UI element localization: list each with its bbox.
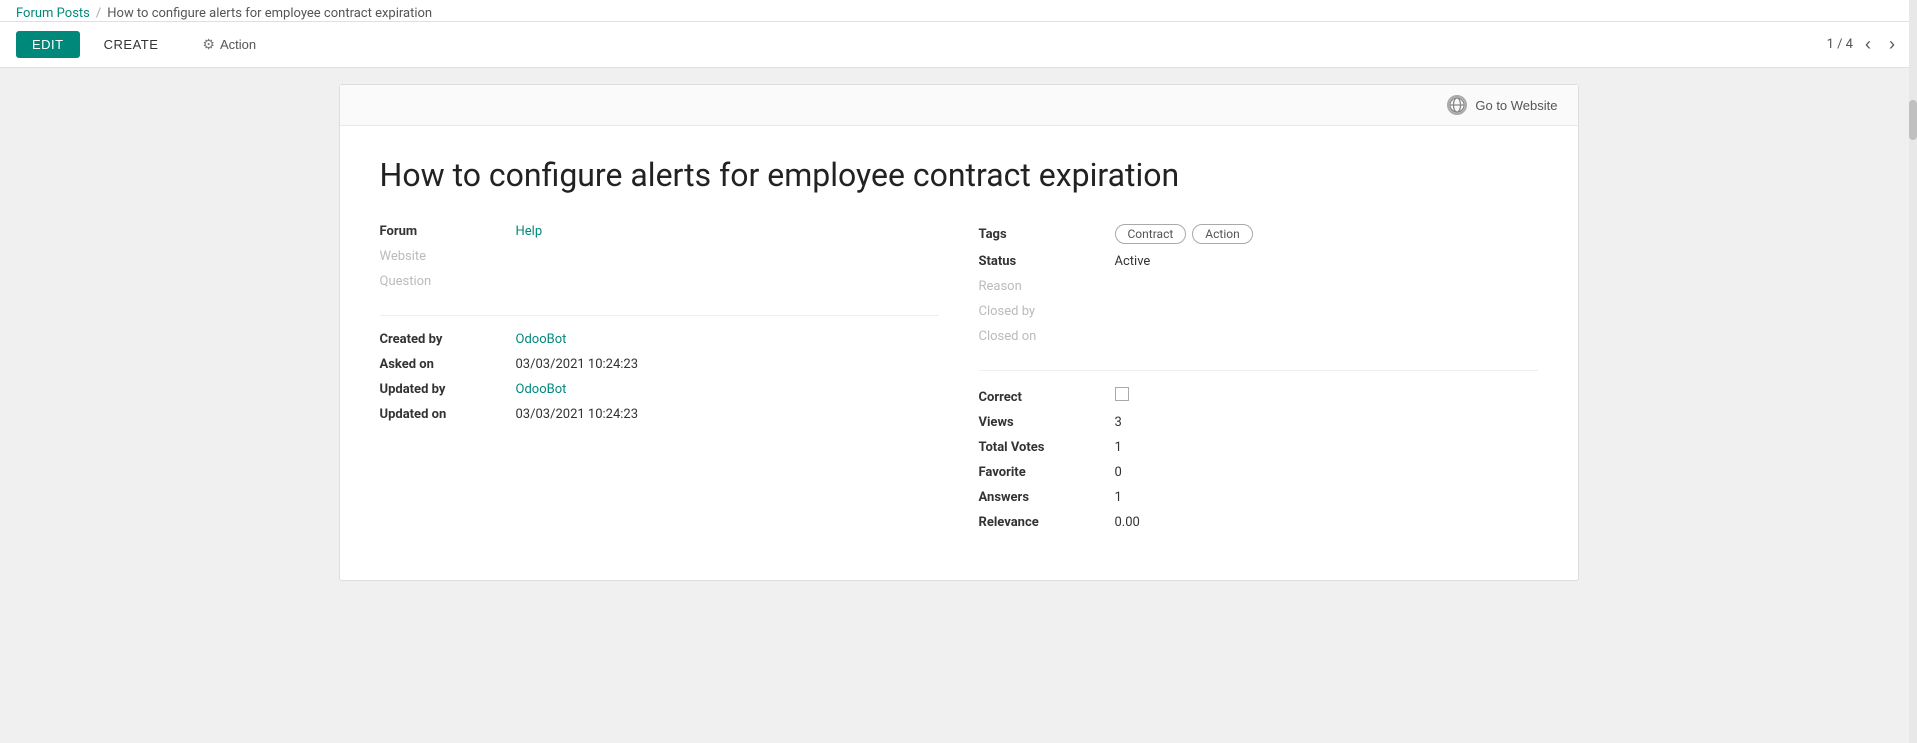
tag-contract[interactable]: Contract — [1115, 224, 1187, 244]
field-row-relevance: Relevance 0.00 — [979, 515, 1538, 530]
question-label: Question — [380, 274, 500, 289]
go-to-website-button[interactable]: Go to Website — [1447, 95, 1557, 115]
updated-on-value: 03/03/2021 10:24:23 — [516, 407, 639, 422]
field-row-website: Website — [380, 249, 939, 264]
pagination: 1 / 4 ‹ › — [1827, 32, 1901, 57]
field-row-views: Views 3 — [979, 415, 1538, 430]
field-row-total-votes: Total Votes 1 — [979, 440, 1538, 455]
breadcrumb-parent[interactable]: Forum Posts — [16, 6, 90, 21]
go-to-website-label: Go to Website — [1475, 98, 1557, 113]
relevance-label: Relevance — [979, 515, 1099, 530]
form-grid: Forum Help Website Question Created by O… — [380, 224, 1538, 540]
breadcrumb-current: How to configure alerts for employee con… — [107, 6, 432, 21]
answers-label: Answers — [979, 490, 1099, 505]
gear-icon: ⚙ — [202, 36, 215, 53]
created-by-label: Created by — [380, 332, 500, 347]
forum-label: Forum — [380, 224, 500, 239]
field-row-question: Question — [380, 274, 939, 289]
scrollbar[interactable] — [1909, 0, 1917, 743]
views-label: Views — [979, 415, 1099, 430]
main: Go to Website How to configure alerts fo… — [0, 68, 1917, 597]
relevance-value: 0.00 — [1115, 515, 1140, 530]
field-row-favorite: Favorite 0 — [979, 465, 1538, 480]
forum-value[interactable]: Help — [516, 224, 543, 239]
closed-on-label: Closed on — [979, 329, 1099, 344]
go-to-website-bar: Go to Website — [340, 85, 1578, 126]
scrollbar-thumb[interactable] — [1909, 100, 1917, 140]
field-row-forum: Forum Help — [380, 224, 939, 239]
tag-action[interactable]: Action — [1192, 224, 1252, 244]
field-row-status: Status Active — [979, 254, 1538, 269]
right-column: Tags Contract Action Status Active Reaso… — [979, 224, 1538, 540]
edit-button[interactable]: EDIT — [16, 31, 80, 58]
breadcrumb: Forum Posts / How to configure alerts fo… — [16, 6, 432, 21]
field-row-asked-on: Asked on 03/03/2021 10:24:23 — [380, 357, 939, 372]
asked-on-label: Asked on — [380, 357, 500, 372]
toolbar: EDIT CREATE ⚙ Action 1 / 4 ‹ › — [0, 22, 1917, 68]
field-row-reason: Reason — [979, 279, 1538, 294]
globe-icon — [1447, 95, 1467, 115]
tags-label: Tags — [979, 227, 1099, 242]
field-row-closed-by: Closed by — [979, 304, 1538, 319]
answers-value: 1 — [1115, 490, 1122, 505]
create-button[interactable]: CREATE — [88, 31, 175, 58]
post-title: How to configure alerts for employee con… — [380, 156, 1538, 194]
action-button[interactable]: ⚙ Action — [190, 30, 268, 59]
field-row-correct: Correct — [979, 387, 1538, 405]
correct-label: Correct — [979, 390, 1099, 405]
status-value: Active — [1115, 254, 1151, 269]
breadcrumb-separator: / — [96, 6, 101, 21]
website-label: Website — [380, 249, 500, 264]
asked-on-value: 03/03/2021 10:24:23 — [516, 357, 639, 372]
updated-by-value[interactable]: OdooBot — [516, 382, 567, 397]
tags-container: Contract Action — [1115, 224, 1253, 244]
field-row-created-by: Created by OdooBot — [380, 332, 939, 347]
action-label: Action — [220, 37, 256, 52]
views-value: 3 — [1115, 415, 1122, 430]
pagination-text: 1 / 4 — [1827, 37, 1853, 52]
reason-label: Reason — [979, 279, 1099, 294]
pagination-prev[interactable]: ‹ — [1859, 32, 1877, 57]
form-content: How to configure alerts for employee con… — [340, 126, 1578, 580]
total-votes-label: Total Votes — [979, 440, 1099, 455]
pagination-next[interactable]: › — [1883, 32, 1901, 57]
status-label: Status — [979, 254, 1099, 269]
field-row-answers: Answers 1 — [979, 490, 1538, 505]
field-row-updated-on: Updated on 03/03/2021 10:24:23 — [380, 407, 939, 422]
form-card: Go to Website How to configure alerts fo… — [339, 84, 1579, 581]
total-votes-value: 1 — [1115, 440, 1122, 455]
updated-by-label: Updated by — [380, 382, 500, 397]
closed-by-label: Closed by — [979, 304, 1099, 319]
top-bar: Forum Posts / How to configure alerts fo… — [0, 0, 1917, 22]
field-row-updated-by: Updated by OdooBot — [380, 382, 939, 397]
favorite-value: 0 — [1115, 465, 1122, 480]
field-row-closed-on: Closed on — [979, 329, 1538, 344]
field-row-tags: Tags Contract Action — [979, 224, 1538, 244]
left-column: Forum Help Website Question Created by O… — [380, 224, 939, 540]
favorite-label: Favorite — [979, 465, 1099, 480]
created-by-value[interactable]: OdooBot — [516, 332, 567, 347]
updated-on-label: Updated on — [380, 407, 500, 422]
correct-checkbox[interactable] — [1115, 387, 1129, 401]
